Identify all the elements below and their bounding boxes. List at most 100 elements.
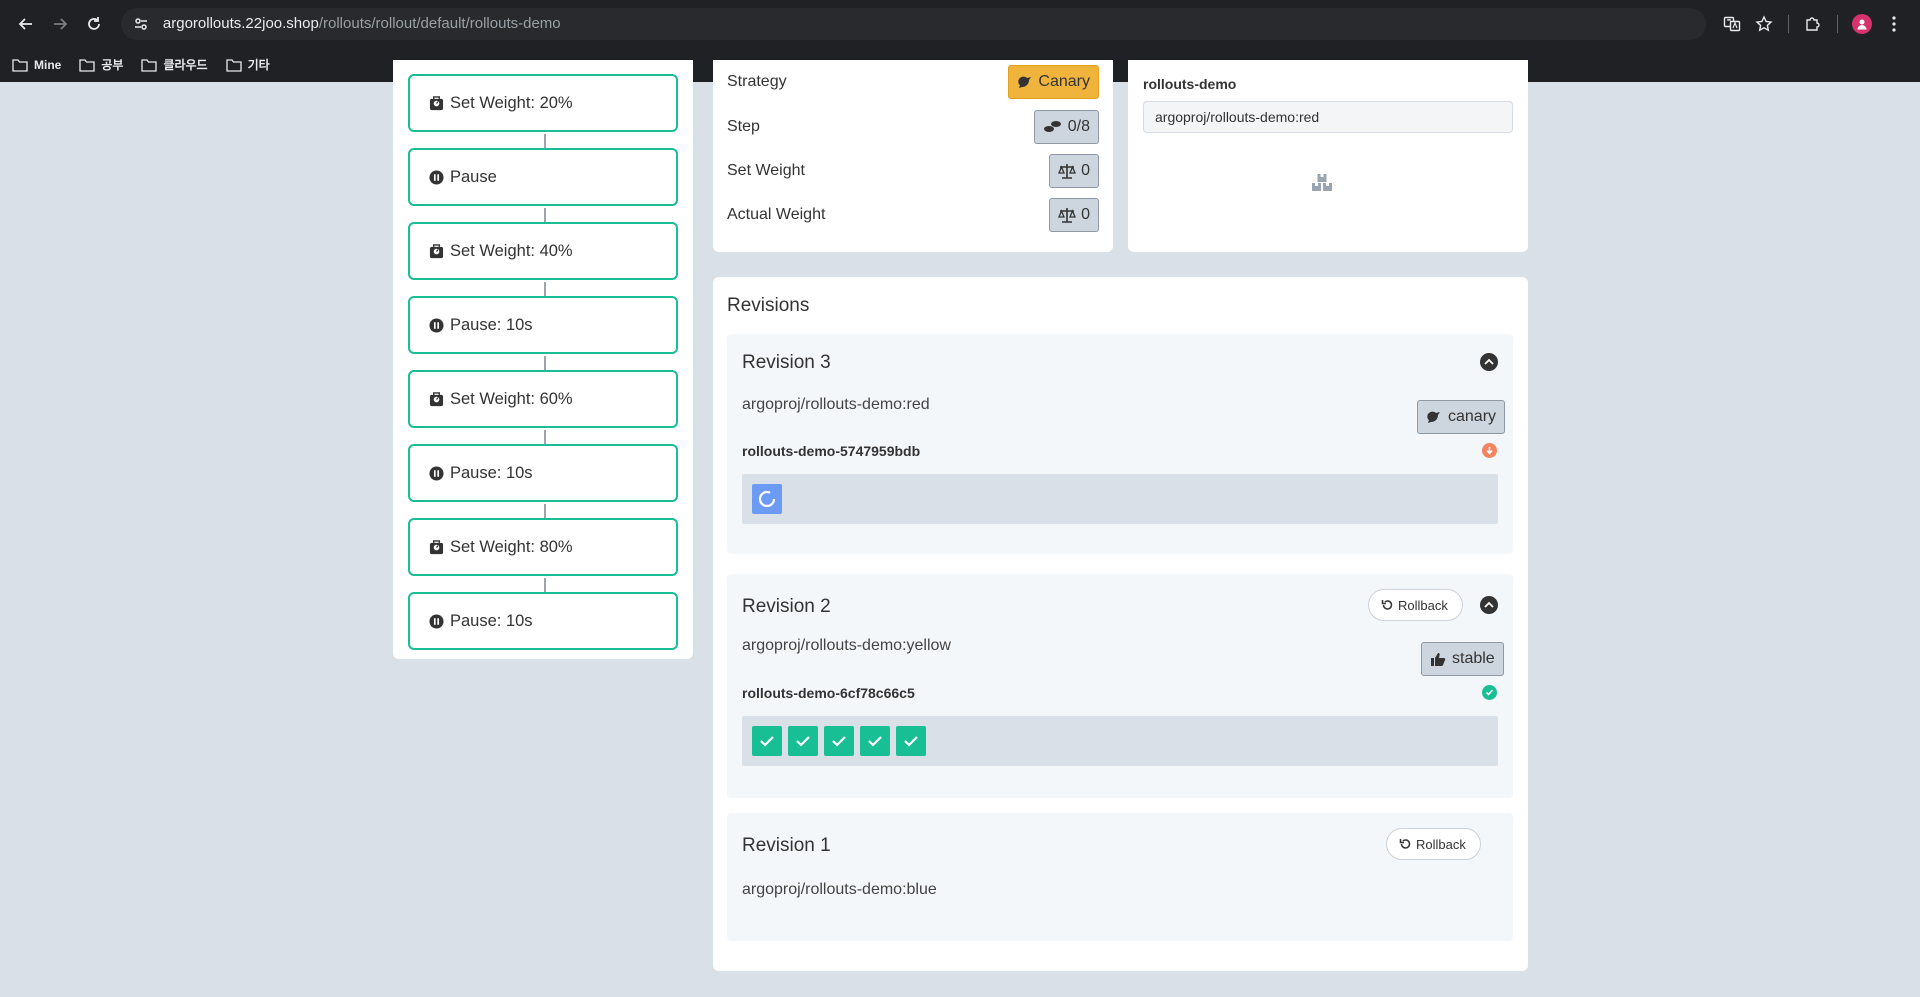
check-icon (832, 736, 846, 747)
revisions-title: Revisions (727, 295, 810, 316)
weight-icon (428, 95, 444, 111)
balance-scale-icon (1058, 164, 1077, 179)
bookmark-folder-cloud[interactable]: 클라우드 (141, 56, 208, 73)
check-icon (904, 736, 918, 747)
step-item[interactable]: Set Weight: 40% (408, 222, 678, 298)
strategy-badge: Canary (1008, 65, 1099, 99)
reload-icon (88, 16, 101, 30)
step-item[interactable]: Set Weight: 80% (408, 518, 678, 594)
avatar (1851, 13, 1872, 34)
reload-button[interactable] (79, 8, 110, 40)
actual-weight-badge: 0 (1049, 198, 1099, 232)
pod-list (742, 474, 1498, 524)
actual-weight-row: Actual Weight 0 (727, 197, 1099, 233)
step-item[interactable]: Set Weight: 60% (408, 370, 678, 446)
pod-pending[interactable] (752, 484, 782, 514)
chevron-up-icon[interactable] (1480, 596, 1498, 614)
weight-icon (428, 391, 444, 407)
translate-button[interactable] (1716, 8, 1748, 40)
folder-icon (141, 58, 158, 72)
back-arrow-icon (18, 17, 32, 30)
address-bar[interactable]: argorollouts.22joo.shop/rollouts/rollout… (120, 7, 1706, 40)
extensions-button[interactable] (1797, 8, 1829, 40)
pod-healthy[interactable] (824, 726, 854, 756)
weight-icon (428, 243, 444, 259)
revision-title: Revision 2 (742, 596, 831, 617)
profile-button[interactable] (1846, 8, 1878, 40)
step-label: Pause: 10s (450, 315, 533, 334)
canary-bird-icon (1018, 76, 1032, 88)
bookmark-folder-study[interactable]: 공부 (79, 56, 123, 73)
containers-panel: rollouts-demo (1128, 60, 1528, 252)
step-badge: 0/8 (1033, 110, 1099, 144)
revision-3: Revision 3 argoproj/rollouts-demo:red ca… (727, 334, 1513, 554)
actual-weight-label: Actual Weight (727, 206, 826, 223)
set-weight-row: Set Weight 0 (727, 153, 1099, 189)
spinner-icon (758, 490, 776, 508)
check-icon (868, 736, 882, 747)
canary-tag: canary (1417, 400, 1506, 434)
revision-image: argoproj/rollouts-demo:blue (742, 881, 937, 898)
toolbar-divider (1787, 14, 1789, 33)
step-item[interactable]: Pause: 10s (408, 296, 678, 372)
degraded-status-icon (1482, 443, 1497, 458)
forward-button[interactable] (44, 8, 75, 40)
url-path: /rollouts/rollout/default/rollouts-demo (318, 15, 561, 32)
browser-menu-button[interactable] (1878, 8, 1910, 40)
step-item[interactable]: Pause (408, 148, 678, 224)
pause-icon (428, 169, 444, 185)
step-label: Step (727, 118, 760, 135)
pause-icon (428, 465, 444, 481)
replicaset-name: rollouts-demo-5747959bdb (742, 443, 921, 459)
translate-icon (1723, 16, 1741, 31)
chevron-up-icon[interactable] (1480, 353, 1498, 371)
pause-icon (428, 613, 444, 629)
stable-tag: stable (1421, 642, 1504, 676)
pod-healthy[interactable] (860, 726, 890, 756)
step-label: Set Weight: 60% (450, 389, 573, 408)
step-label: Pause: 10s (450, 611, 533, 630)
bookmark-star-button[interactable] (1748, 8, 1780, 40)
rollback-button[interactable]: Rollback (1368, 589, 1463, 621)
step-label: Set Weight: 20% (450, 93, 573, 112)
folder-icon (225, 58, 242, 72)
folder-icon (12, 58, 28, 72)
back-button[interactable] (10, 8, 41, 40)
strategy-label: Strategy (727, 73, 787, 90)
step-list: Set Weight: 20% Pause Set Weight: 40% Pa… (408, 74, 678, 650)
container-name: rollouts-demo (1143, 76, 1237, 92)
strategy-row: Strategy Canary (727, 64, 1099, 100)
pod-healthy[interactable] (752, 726, 782, 756)
site-settings-icon[interactable] (133, 16, 149, 32)
undo-icon (1399, 839, 1411, 849)
shoe-prints-icon (1043, 121, 1061, 132)
balance-scale-icon (1058, 208, 1077, 223)
bookmark-folder-etc[interactable]: 기타 (225, 56, 270, 73)
steps-panel: Set Weight: 20% Pause Set Weight: 40% Pa… (393, 60, 693, 659)
pod-healthy[interactable] (896, 726, 926, 756)
pod-list (742, 716, 1498, 766)
revision-2: Revision 2 Rollback argoproj/rollouts-de… (727, 574, 1513, 798)
step-label: Pause: 10s (450, 463, 533, 482)
step-label: Set Weight: 40% (450, 241, 573, 260)
set-weight-badge: 0 (1049, 154, 1099, 188)
step-row: Step 0/8 (727, 109, 1099, 145)
container-image-input[interactable] (1143, 101, 1513, 133)
check-icon (796, 736, 810, 747)
undo-icon (1381, 600, 1393, 610)
pod-healthy[interactable] (788, 726, 818, 756)
browser-actions (1716, 8, 1910, 40)
pause-icon (428, 317, 444, 333)
forward-arrow-icon (53, 17, 68, 30)
thumbs-up-icon (1431, 652, 1446, 666)
summary-panel: Strategy Canary Step 0/8 Set Weight 0 Ac… (713, 60, 1113, 252)
step-item[interactable]: Set Weight: 20% (408, 74, 678, 150)
rollback-button[interactable]: Rollback (1386, 828, 1481, 860)
puzzle-icon (1806, 16, 1820, 31)
replicaset-name: rollouts-demo-6cf78c66c5 (742, 685, 915, 701)
bookmark-folder-mine[interactable]: Mine (12, 58, 61, 72)
step-item[interactable]: Pause: 10s (408, 444, 678, 520)
revision-title: Revision 1 (742, 835, 831, 856)
step-item[interactable]: Pause: 10s (408, 592, 678, 650)
kebab-menu-icon (1892, 15, 1896, 32)
